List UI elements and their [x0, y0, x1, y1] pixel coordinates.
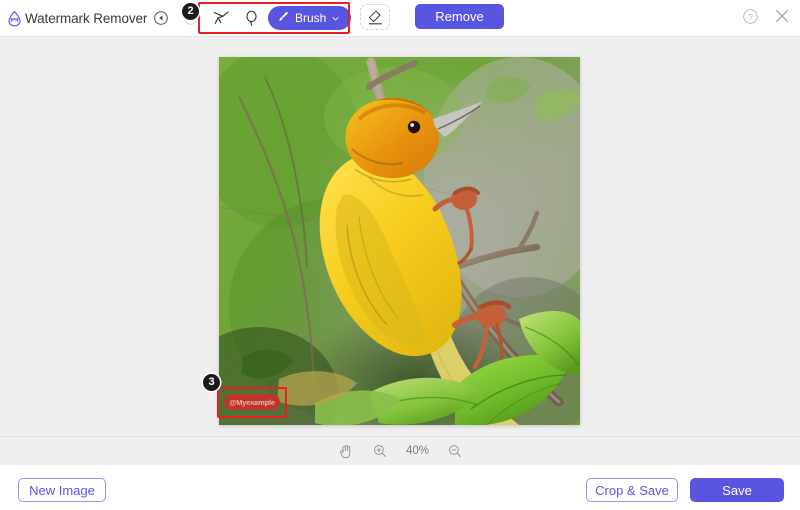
watermark-overlay[interactable]: @Myexample: [224, 394, 280, 410]
new-image-button[interactable]: New Image: [18, 478, 106, 502]
toolbar-tools: Brush: [148, 3, 351, 33]
zoom-in-button[interactable]: [372, 443, 388, 459]
water-drop-m-logo-icon: [6, 10, 23, 27]
crop-and-save-button[interactable]: Crop & Save: [586, 478, 678, 502]
brush-tool-button[interactable]: Brush: [268, 6, 351, 30]
undo-button[interactable]: [148, 5, 174, 31]
bird-photo-graphic: [219, 57, 580, 425]
eraser-button[interactable]: [360, 4, 390, 30]
app-header: Watermark Remover: [0, 0, 800, 37]
zoom-toolbar: 40%: [0, 437, 800, 465]
brush-icon: [277, 10, 290, 26]
app-title: Watermark Remover: [25, 11, 147, 26]
photo-preview[interactable]: @Myexample: [219, 57, 580, 425]
app-logo: Watermark Remover: [6, 10, 147, 27]
editor-canvas[interactable]: @Myexample: [0, 37, 800, 437]
annotation-badge-3: 3: [203, 374, 220, 391]
app-footer: New Image Crop & Save Save: [0, 465, 800, 510]
remove-button[interactable]: Remove: [415, 4, 504, 29]
annotation-badge-2: 2: [182, 3, 199, 20]
polygon-lasso-button[interactable]: [208, 5, 234, 31]
help-button[interactable]: ?: [741, 7, 760, 31]
brush-label: Brush: [295, 11, 326, 25]
svg-text:?: ?: [748, 11, 753, 21]
hand-pan-button[interactable]: [337, 443, 354, 460]
close-button[interactable]: [772, 6, 792, 31]
chevron-down-icon: [331, 11, 340, 26]
watermark-text: @Myexample: [229, 398, 275, 407]
zoom-out-button[interactable]: [447, 443, 463, 459]
lasso-button[interactable]: [238, 5, 264, 31]
zoom-level-value: 40%: [406, 445, 429, 457]
save-button[interactable]: Save: [690, 478, 784, 502]
watermark-remover-window: Watermark Remover: [0, 0, 800, 510]
header-right-controls: ?: [741, 6, 792, 31]
